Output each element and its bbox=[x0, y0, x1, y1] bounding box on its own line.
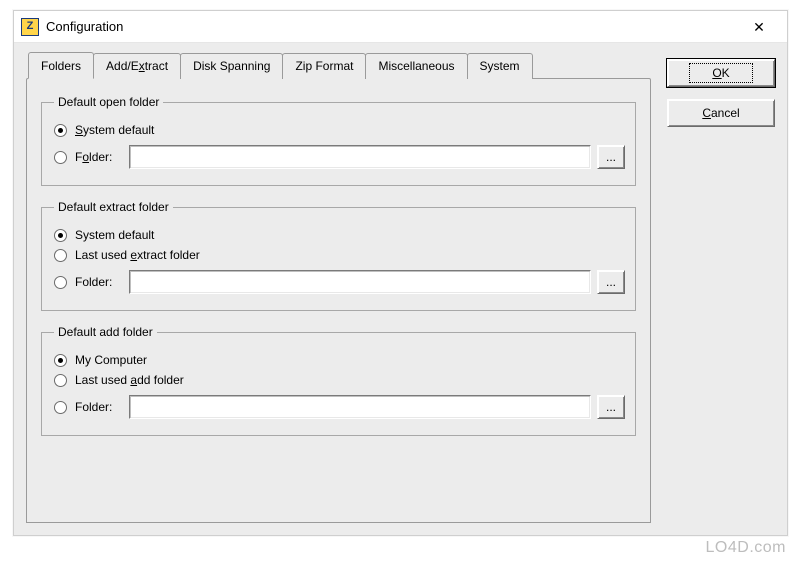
browse-open-folder-button[interactable]: ... bbox=[597, 145, 625, 169]
browse-add-folder-button[interactable]: ... bbox=[597, 395, 625, 419]
group-default-open-folder: Default open folder System default Folde… bbox=[41, 95, 636, 186]
tab-zip-format[interactable]: Zip Format bbox=[282, 53, 366, 79]
group-default-add-folder: Default add folder My Computer Last used… bbox=[41, 325, 636, 436]
radio-extract-folder[interactable] bbox=[54, 276, 67, 289]
radio-label-open-folder[interactable]: Folder: bbox=[75, 150, 125, 164]
radio-label-open-system[interactable]: System default bbox=[75, 123, 154, 137]
radio-label-extract-system[interactable]: System default bbox=[75, 228, 154, 242]
configuration-dialog: Z Configuration ✕ Folders Add/Extract Di… bbox=[13, 10, 788, 536]
radio-open-system-default[interactable] bbox=[54, 124, 67, 137]
tab-folders[interactable]: Folders bbox=[28, 52, 94, 79]
tab-system[interactable]: System bbox=[467, 53, 533, 79]
radio-add-my-computer[interactable] bbox=[54, 354, 67, 367]
input-open-folder-path[interactable] bbox=[129, 145, 591, 169]
watermark: LO4D.com bbox=[706, 540, 786, 556]
tabs-area: Folders Add/Extract Disk Spanning Zip Fo… bbox=[26, 53, 651, 523]
group-legend-extract: Default extract folder bbox=[54, 200, 173, 214]
tab-miscellaneous[interactable]: Miscellaneous bbox=[365, 53, 467, 79]
radio-add-last-used[interactable] bbox=[54, 374, 67, 387]
radio-open-folder[interactable] bbox=[54, 151, 67, 164]
window-title: Configuration bbox=[46, 19, 739, 34]
radio-label-extract-folder[interactable]: Folder: bbox=[75, 275, 125, 289]
input-add-folder-path[interactable] bbox=[129, 395, 591, 419]
cancel-button[interactable]: Cancel bbox=[667, 99, 775, 127]
input-extract-folder-path[interactable] bbox=[129, 270, 591, 294]
close-icon[interactable]: ✕ bbox=[739, 15, 779, 39]
radio-extract-last-used[interactable] bbox=[54, 249, 67, 262]
radio-label-add-my-computer[interactable]: My Computer bbox=[75, 353, 147, 367]
radio-add-folder[interactable] bbox=[54, 401, 67, 414]
titlebar[interactable]: Z Configuration ✕ bbox=[14, 11, 787, 43]
group-legend-open: Default open folder bbox=[54, 95, 163, 109]
tabpanel-folders: Default open folder System default Folde… bbox=[26, 78, 651, 523]
radio-label-extract-last[interactable]: Last used extract folder bbox=[75, 248, 200, 262]
radio-label-add-last[interactable]: Last used add folder bbox=[75, 373, 184, 387]
group-legend-add: Default add folder bbox=[54, 325, 157, 339]
browse-extract-folder-button[interactable]: ... bbox=[597, 270, 625, 294]
ok-button[interactable]: OK bbox=[667, 59, 775, 87]
tab-disk-spanning[interactable]: Disk Spanning bbox=[180, 53, 283, 79]
group-default-extract-folder: Default extract folder System default La… bbox=[41, 200, 636, 311]
client-area: Folders Add/Extract Disk Spanning Zip Fo… bbox=[26, 53, 775, 523]
radio-extract-system-default[interactable] bbox=[54, 229, 67, 242]
side-buttons: OK Cancel bbox=[667, 53, 775, 523]
tab-add-extract[interactable]: Add/Extract bbox=[93, 53, 181, 79]
tabstrip: Folders Add/Extract Disk Spanning Zip Fo… bbox=[28, 53, 651, 79]
app-icon: Z bbox=[22, 19, 38, 35]
radio-label-add-folder[interactable]: Folder: bbox=[75, 400, 125, 414]
